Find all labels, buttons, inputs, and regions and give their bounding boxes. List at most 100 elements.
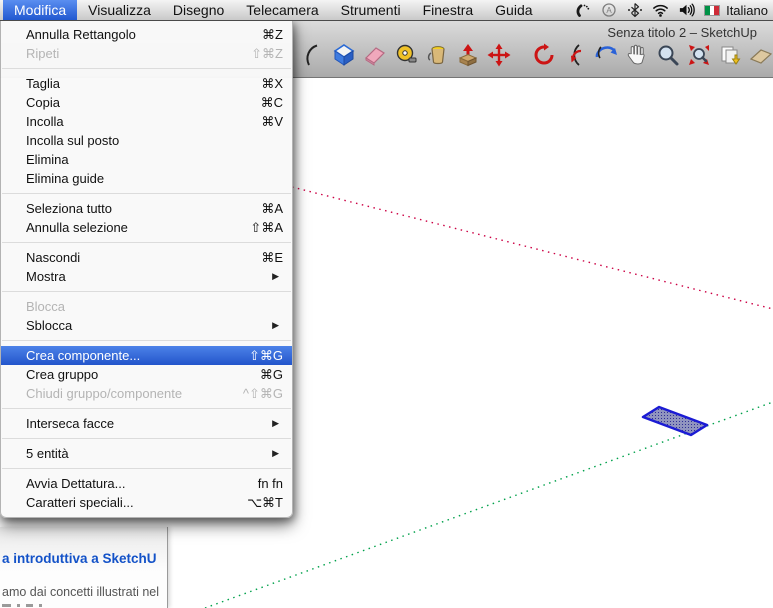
menu-item-annulla-selezione[interactable]: Annulla selezione⇧⌘A [1,218,292,237]
modifica-dropdown-menu: Annulla Rettangolo⌘ZRipeti⇧⌘ZTaglia⌘XCop… [0,20,293,518]
menu-separator [2,68,291,69]
italian-flag-icon[interactable] [704,5,720,16]
menu-item-incolla[interactable]: Incolla⌘V [1,112,292,131]
circled-a-icon[interactable]: A [600,2,617,18]
menu-item-sblocca[interactable]: Sblocca▶ [1,316,292,335]
bluetooth-icon[interactable] [626,2,643,18]
menubar-items: ModificaVisualizzaDisegnoTelecameraStrum… [0,0,544,20]
menu-item-blocca: Blocca [1,297,292,316]
menu-item-label: Taglia [26,74,261,93]
menu-item-seleziona-tutto[interactable]: Seleziona tutto⌘A [1,199,292,218]
menu-item-caratteri-speciali[interactable]: Caratteri speciali...⌥⌘T [1,493,292,512]
menu-item-shortcut: ⌘C [261,93,283,112]
clipped-text-line [2,604,42,607]
menubar-item-modifica[interactable]: Modifica [3,0,77,20]
move-tool-icon[interactable] [487,42,511,68]
menu-item-label: Blocca [26,297,283,316]
menu-item-5-entit[interactable]: 5 entità▶ [1,444,292,463]
menu-item-label: Nascondi [26,248,261,267]
menu-separator [2,438,291,439]
wifi-icon[interactable] [652,2,669,18]
menu-item-avvia-dettatura[interactable]: Avvia Dettatura...fn fn [1,474,292,493]
menu-item-crea-gruppo[interactable]: Crea gruppo⌘G [1,365,292,384]
menu-item-label: Interseca facce [26,414,272,433]
menu-separator [2,408,291,409]
language-label[interactable]: Italiano [726,3,768,18]
menubar-item-guida[interactable]: Guida [484,0,543,20]
menu-item-shortcut: ⇧⌘G [249,346,283,365]
help-heading-link[interactable]: a introduttiva a SketchU [2,551,157,566]
menu-item-shortcut: ⌘X [261,74,283,93]
menubar: ModificaVisualizzaDisegnoTelecameraStrum… [0,0,773,21]
menu-item-elimina[interactable]: Elimina [1,150,292,169]
phone-icon[interactable] [574,2,591,18]
menu-item-elimina-guide[interactable]: Elimina guide [1,169,292,188]
help-window[interactable]: a introduttiva a SketchU amo dai concett… [0,527,168,608]
menu-item-nascondi[interactable]: Nascondi⌘E [1,248,292,267]
orbit-tool-icon[interactable] [594,42,618,68]
submenu-arrow-icon: ▶ [272,316,279,335]
menu-item-copia[interactable]: Copia⌘C [1,93,292,112]
menu-item-label: Incolla sul posto [26,131,283,150]
menu-item-chiudi-gruppo-componente: Chiudi gruppo/componente^⇧⌘G [1,384,292,403]
menu-item-label: Copia [26,93,261,112]
menu-item-label: Annulla Rettangolo [26,25,262,44]
window-title: Senza titolo 2 – SketchUp [607,25,757,40]
menu-separator [2,242,291,243]
eraser-tool-icon[interactable] [363,42,387,68]
get-models-tool-icon[interactable] [749,42,773,68]
arc-tool-icon[interactable] [301,42,325,68]
menubar-item-strumenti[interactable]: Strumenti [330,0,412,20]
offset-tool-icon[interactable] [563,42,587,68]
menu-item-crea-componente[interactable]: Crea componente...⇧⌘G [1,346,292,365]
menu-item-label: Annulla selezione [26,218,250,237]
menu-item-shortcut: fn fn [258,474,283,493]
menu-separator [2,291,291,292]
menu-item-label: Avvia Dettatura... [26,474,258,493]
menu-item-label: Elimina [26,150,283,169]
menu-item-label: Chiudi gruppo/componente [26,384,243,403]
menu-item-ripeti: Ripeti⇧⌘Z [1,44,292,63]
submenu-arrow-icon: ▶ [272,267,279,286]
push-pull-tool-icon[interactable] [456,42,480,68]
menubar-item-telecamera[interactable]: Telecamera [235,0,329,20]
tape-measure-tool-icon[interactable] [394,42,418,68]
volume-icon[interactable] [678,2,695,18]
menu-item-mostra[interactable]: Mostra▶ [1,267,292,286]
menu-item-shortcut: ⌥⌘T [247,493,283,512]
pan-tool-icon[interactable] [625,42,649,68]
menu-item-shortcut: ⌘A [261,199,283,218]
selected-face[interactable] [643,407,707,435]
menu-item-interseca-facce[interactable]: Interseca facce▶ [1,414,292,433]
menubar-item-visualizza[interactable]: Visualizza [77,0,162,20]
zoom-tool-icon[interactable] [656,42,680,68]
menu-item-shortcut: ⇧⌘A [250,218,283,237]
menubar-status-area: A [574,0,773,20]
paint-bucket-tool-icon[interactable] [425,42,449,68]
menubar-item-finestra[interactable]: Finestra [412,0,485,20]
menu-item-shortcut: ⌘E [261,248,283,267]
menu-item-label: 5 entità [26,444,272,463]
menu-item-label: Seleziona tutto [26,199,261,218]
menu-item-shortcut: ⌘Z [262,25,283,44]
menu-item-label: Ripeti [26,44,251,63]
menu-item-label: Elimina guide [26,169,283,188]
make-component-tool-icon[interactable] [332,42,356,68]
menu-item-label: Crea gruppo [26,365,260,384]
menu-item-shortcut: ⇧⌘Z [251,44,283,63]
previous-view-tool-icon[interactable] [718,42,742,68]
menu-item-label: Mostra [26,267,272,286]
menu-item-shortcut: ⌘G [260,365,283,384]
screen: Senza titolo 2 – SketchUp a introduttiva… [0,0,773,608]
menu-item-annulla-rettangolo[interactable]: Annulla Rettangolo⌘Z [1,25,292,44]
menu-item-label: Caratteri speciali... [26,493,247,512]
menu-item-incolla-sul-posto[interactable]: Incolla sul posto [1,131,292,150]
menu-item-label: Incolla [26,112,261,131]
zoom-extents-tool-icon[interactable] [687,42,711,68]
menu-item-taglia[interactable]: Taglia⌘X [1,74,292,93]
menu-item-label: Sblocca [26,316,272,335]
menubar-item-disegno[interactable]: Disegno [162,0,235,20]
rotate-tool-icon[interactable] [532,42,556,68]
submenu-arrow-icon: ▶ [272,414,279,433]
red-axis-line [292,187,773,309]
